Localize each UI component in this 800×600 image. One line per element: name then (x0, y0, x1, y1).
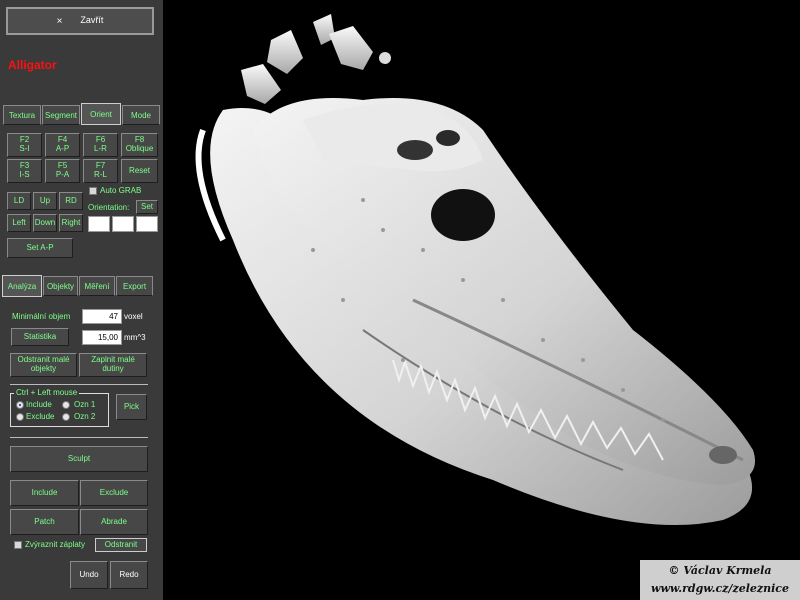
rotate-left-button[interactable]: Left (7, 214, 31, 232)
remove-small-objects-button[interactable]: Odstranit malé objekty (10, 353, 77, 377)
rotate-right-button[interactable]: Right (59, 214, 83, 232)
mouse-mode-group (10, 393, 109, 427)
rotate-ld-button[interactable]: LD (7, 192, 31, 210)
view-ap-button[interactable]: F4 A-P (45, 133, 80, 157)
volume-output: 15,00 (82, 330, 122, 345)
auto-grab-checkbox[interactable] (89, 187, 97, 195)
tab-mereni[interactable]: Měření (79, 276, 115, 296)
exclude-button[interactable]: Exclude (80, 480, 148, 506)
patch-button[interactable]: Patch (10, 509, 79, 535)
close-label: Zavřít (80, 15, 104, 26)
tab-segment[interactable]: Segment (42, 105, 80, 125)
abrade-button[interactable]: Abrade (80, 509, 148, 535)
min-volume-label: Minimální objem (12, 312, 71, 321)
orientation-label: Orientation: (88, 203, 130, 212)
exclude-radio-label: Exclude (26, 412, 55, 421)
ozn2-radio[interactable] (62, 413, 70, 421)
volume-unit: mm^3 (124, 333, 146, 342)
redo-button[interactable]: Redo (110, 561, 148, 589)
view-pa-button[interactable]: F5 P-A (45, 159, 80, 183)
statistics-button[interactable]: Statistika (11, 328, 69, 346)
tab-mode[interactable]: Mode (122, 105, 160, 125)
min-volume-unit: voxel (124, 312, 143, 321)
3d-viewport[interactable]: © Václav Krmela www.rdgw.cz/zeleznice (163, 0, 800, 600)
pick-button[interactable]: Pick (116, 394, 147, 420)
subject-title: Alligator (8, 58, 57, 72)
credit-author: © Václav Krmela (668, 564, 772, 577)
include-radio[interactable] (16, 401, 24, 409)
highlight-patches-label: Zvýraznit záplaty (25, 540, 86, 549)
tab-export[interactable]: Export (116, 276, 153, 296)
credit-url: www.rdgw.cz/zeleznice (650, 582, 789, 595)
rotate-down-button[interactable]: Down (33, 214, 57, 232)
orientation-set-button[interactable]: Set (136, 200, 158, 214)
orientation-field-1[interactable] (88, 216, 110, 232)
view-si-button[interactable]: F2 S-I (7, 133, 42, 157)
tab-orient[interactable]: Orient (81, 103, 121, 125)
remove-patches-button[interactable]: Odstranit (95, 538, 147, 552)
exclude-radio[interactable] (16, 413, 24, 421)
tab-analyza[interactable]: Analýza (2, 275, 42, 297)
rotate-rd-button[interactable]: RD (59, 192, 83, 210)
sculpt-button[interactable]: Sculpt (10, 446, 148, 472)
reset-button[interactable]: Reset (121, 159, 158, 183)
view-oblique-button[interactable]: F8 Oblique (121, 133, 158, 157)
credit-watermark: © Václav Krmela www.rdgw.cz/zeleznice (640, 560, 800, 600)
view-lr-button[interactable]: F6 L-R (83, 133, 118, 157)
control-panel: × Zavřít Alligator Textura Segment Orien… (0, 0, 163, 600)
min-volume-input[interactable]: 47 (82, 309, 122, 324)
include-button[interactable]: Include (10, 480, 79, 506)
view-is-button[interactable]: F3 I-S (7, 159, 42, 183)
ozn1-radio[interactable] (62, 401, 70, 409)
orientation-field-3[interactable] (136, 216, 158, 232)
set-ap-button[interactable]: Set A-P (7, 238, 73, 258)
auto-grab-label: Auto GRAB (100, 186, 142, 195)
alligator-skull-render (195, 14, 755, 525)
include-radio-label: Include (26, 400, 52, 409)
fill-small-cavities-button[interactable]: Zaplnit malé dutiny (79, 353, 147, 377)
close-button[interactable]: × Zavřít (6, 7, 154, 35)
view-rl-button[interactable]: F7 R-L (83, 159, 118, 183)
ozn1-radio-label: Ozn 1 (74, 400, 96, 409)
highlight-patches-checkbox[interactable] (14, 541, 22, 549)
separator (10, 384, 148, 385)
mouse-mode-group-title: Ctrl + Left mouse (14, 388, 80, 397)
undo-button[interactable]: Undo (70, 561, 108, 589)
tab-textura[interactable]: Textura (3, 105, 41, 125)
orientation-field-2[interactable] (112, 216, 134, 232)
separator (10, 437, 148, 438)
tab-objekty[interactable]: Objekty (43, 276, 78, 296)
rotate-up-button[interactable]: Up (33, 192, 57, 210)
close-icon: × (56, 15, 63, 27)
ozn2-radio-label: Ozn 2 (74, 412, 96, 421)
